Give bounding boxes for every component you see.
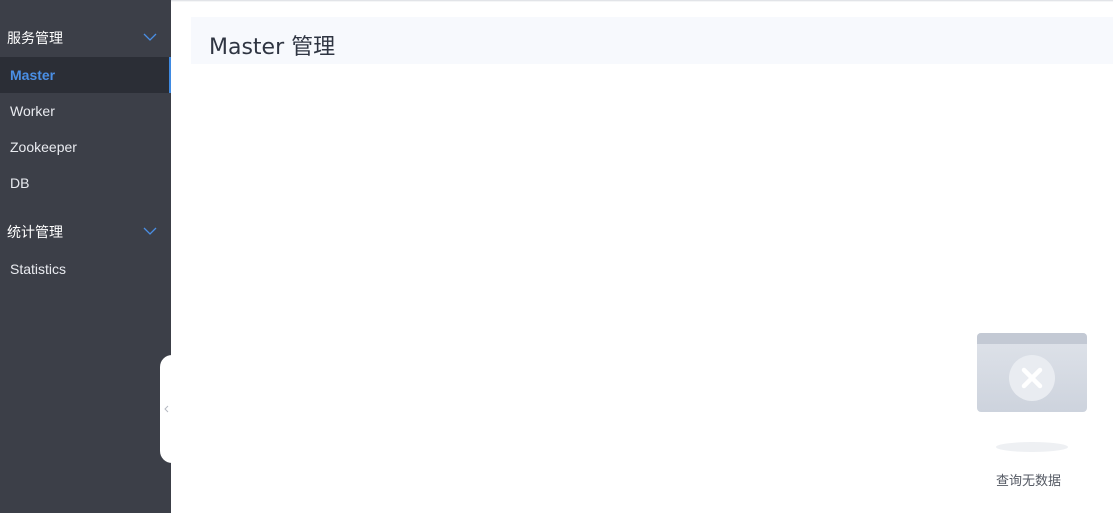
sidebar: 服务管理 Master Worker Zookeeper DB 统计管理 Sta… bbox=[0, 0, 171, 513]
sidebar-item-db[interactable]: DB bbox=[0, 165, 171, 201]
sidebar-item-label: Worker bbox=[10, 103, 55, 119]
menu-group-service-management[interactable]: 服务管理 bbox=[0, 20, 171, 56]
sidebar-item-label: Statistics bbox=[10, 261, 67, 277]
sidebar-item-statistics[interactable]: Statistics bbox=[0, 251, 171, 287]
menu-group-statistics-management[interactable]: 统计管理 bbox=[0, 214, 171, 250]
sidebar-item-label: Master bbox=[10, 67, 56, 83]
page-title-bar: Master 管理 bbox=[191, 17, 1113, 64]
chevron-down-icon bbox=[143, 33, 157, 41]
chevron-down-icon bbox=[143, 227, 157, 235]
sidebar-item-master[interactable]: Master bbox=[0, 57, 171, 93]
empty-state-text: 查询无数据 bbox=[996, 474, 1062, 489]
sidebar-item-label: DB bbox=[10, 175, 30, 191]
empty-data-icon bbox=[977, 333, 1087, 452]
page-title: Master 管理 bbox=[209, 35, 336, 60]
sidebar-item-label: Zookeeper bbox=[10, 139, 77, 155]
sidebar-item-zookeeper[interactable]: Zookeeper bbox=[0, 129, 171, 165]
sidebar-collapse-button[interactable] bbox=[160, 355, 173, 463]
header-shadow bbox=[171, 0, 1113, 2]
collapse-left-icon bbox=[164, 405, 169, 413]
sidebar-item-worker[interactable]: Worker bbox=[0, 93, 171, 129]
